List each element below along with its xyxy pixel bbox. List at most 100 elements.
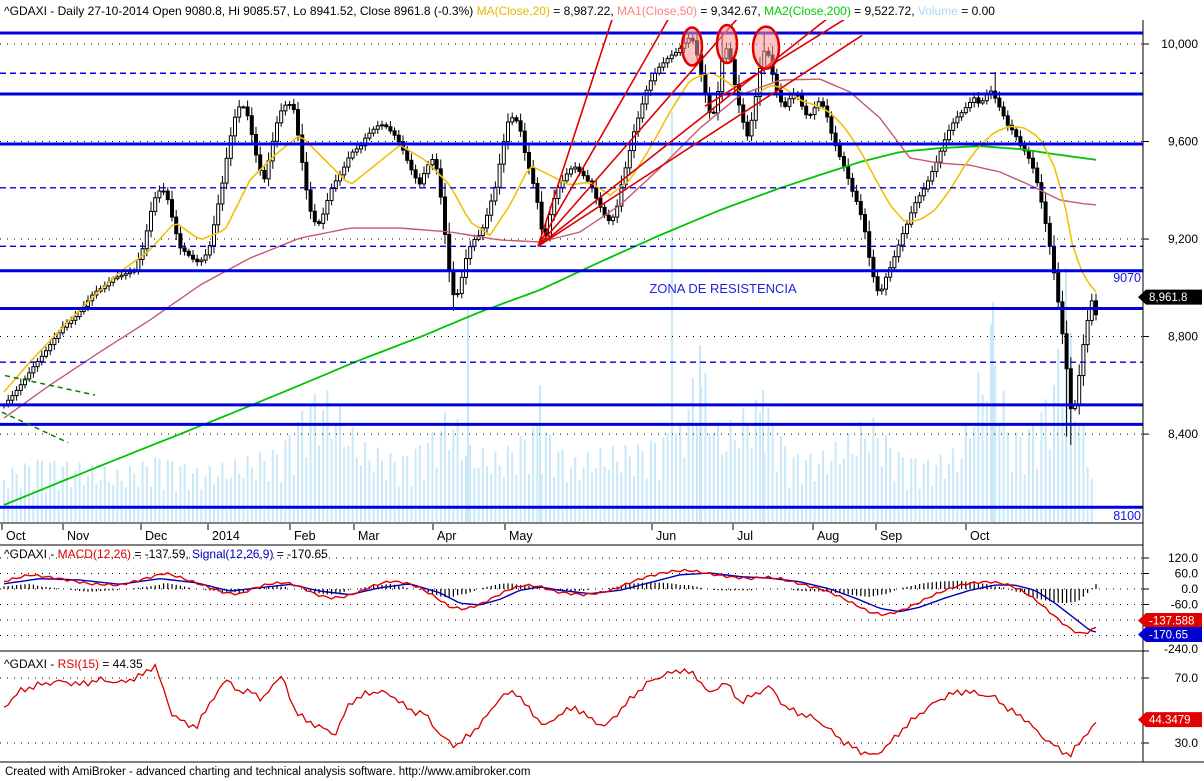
resistance-zone-annotation: ZONA DE RESISTENCIA [649, 281, 797, 296]
volume-bar [641, 451, 644, 522]
candle-body [228, 135, 233, 159]
volume-bar [112, 484, 115, 522]
candle-body [644, 89, 649, 105]
candle-body [31, 366, 36, 374]
volume-bar [406, 456, 409, 522]
candle-body [409, 159, 414, 171]
candle-body [464, 258, 468, 278]
volume-bar [662, 437, 665, 522]
volume-bar [217, 476, 220, 522]
volume-bar [502, 477, 505, 522]
month-label: May [509, 529, 533, 543]
candle-body [241, 106, 246, 109]
volume-bar [397, 486, 400, 522]
chart-canvas[interactable]: 10,000 9,600 9,200 8,800 8,400 Oct Nov Dec 2014 F… [0, 0, 1204, 781]
candle-body [863, 214, 867, 233]
volume-bar [901, 457, 904, 522]
rsi-axis-label: 30.0 [1175, 736, 1199, 750]
candle-body [342, 166, 347, 176]
volume-bar [574, 457, 577, 522]
candle-body [279, 110, 284, 124]
volume-bar [393, 461, 396, 522]
volume-bar [809, 453, 812, 522]
volume-bar [1048, 449, 1051, 522]
volume-bar [885, 434, 887, 522]
volume-bar [733, 440, 736, 522]
candle-body [858, 200, 863, 216]
candle-body [136, 258, 141, 271]
signal-title-value: = -170.65 [273, 547, 328, 561]
candle-body [892, 256, 897, 269]
candle-body [1077, 375, 1082, 406]
candle-body [459, 276, 464, 295]
candle-body [199, 259, 204, 263]
candle-body [850, 177, 855, 192]
title-ma20-label: MA(Close,20) [476, 4, 550, 18]
volume-bar [490, 473, 493, 522]
volume-bar [1086, 467, 1089, 522]
volume-bar [11, 467, 14, 522]
volume-bar [99, 480, 102, 522]
month-label: Jul [737, 529, 753, 543]
candle-body [774, 73, 779, 92]
volume-bar [784, 445, 787, 522]
candle-body [867, 231, 872, 258]
rsi-title-label: RSI(15) [57, 657, 99, 671]
candle-body [665, 58, 670, 64]
candle-body [711, 111, 716, 114]
candle-body [430, 158, 435, 166]
candle-body [1056, 272, 1061, 303]
volume-bar [204, 476, 207, 522]
month-label: Aug [817, 529, 839, 543]
candle-body [27, 372, 32, 380]
volume-bar [549, 433, 551, 522]
candle-body [1064, 333, 1069, 370]
red-trendline [537, 20, 738, 247]
volume-bar [133, 473, 136, 522]
volume-bar [179, 466, 182, 522]
volume-bar [498, 465, 501, 522]
candle-body [14, 389, 19, 397]
volume-bar [918, 488, 921, 522]
volume-bar [229, 477, 232, 522]
volume-bar [948, 463, 950, 522]
candle-body [968, 102, 972, 109]
volume-spike-bar [467, 310, 469, 522]
volume-bar [53, 460, 56, 522]
volume-bar [851, 453, 854, 522]
volume-bar [620, 472, 623, 522]
candle-body [963, 107, 968, 114]
candle-body [485, 214, 489, 229]
volume-bar [381, 460, 383, 522]
candle-body [648, 80, 653, 91]
macd-signal-line [3, 572, 1097, 633]
volume-bar [418, 445, 421, 522]
volume-bar [822, 450, 824, 522]
candle-body [1052, 245, 1056, 274]
volume-bar [124, 486, 127, 522]
candle-body [938, 150, 943, 163]
volume-bar [444, 411, 446, 522]
candle-body [380, 124, 384, 127]
rsi-line [3, 663, 1097, 758]
candle-body [350, 151, 355, 159]
volume-bar [166, 459, 169, 522]
volume-bar [196, 468, 199, 522]
candle-body [749, 119, 754, 137]
candle-body [514, 117, 519, 122]
candle-body [354, 148, 359, 153]
volume-bar [868, 452, 871, 522]
candle-body [468, 246, 473, 260]
volume-bar [271, 449, 274, 522]
volume-bar [591, 472, 593, 522]
volume-bar [780, 436, 782, 522]
volume-bar [473, 467, 476, 522]
candle-body [249, 115, 254, 136]
rsi-axis-label: 70.0 [1175, 671, 1199, 685]
candle-body [854, 190, 859, 202]
volume-bar [927, 459, 929, 522]
candle-body [149, 210, 153, 232]
candle-body [535, 182, 540, 203]
candle-body [119, 274, 124, 278]
volume-bar [570, 468, 572, 522]
